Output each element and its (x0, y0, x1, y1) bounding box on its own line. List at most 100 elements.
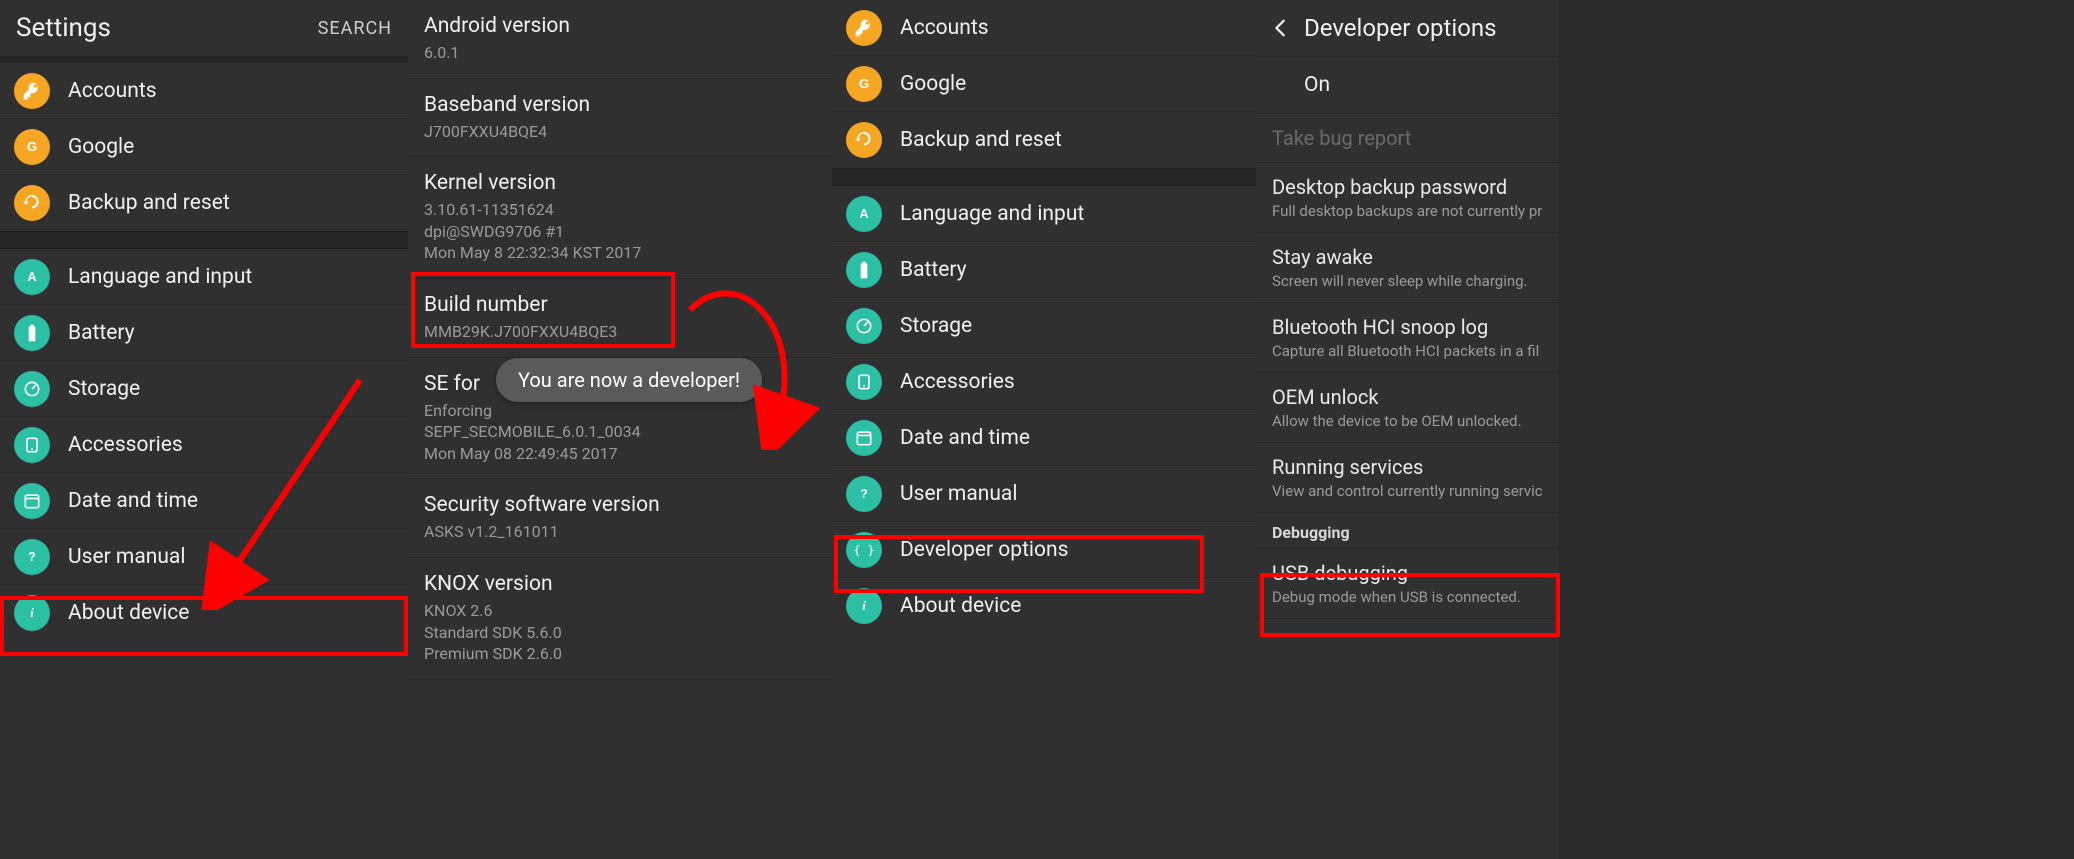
item-label: Date and time (68, 489, 198, 513)
item-label: Developer options (900, 538, 1068, 562)
devopt-oem-unlock[interactable]: OEM unlockAllow the device to be OEM unl… (1256, 373, 1559, 443)
accessories-icon (846, 364, 882, 400)
panel-developer-options: Developer options On Take bug reportDesk… (1256, 0, 1559, 859)
manual-icon: ? (14, 539, 50, 575)
item-label: Storage (900, 314, 972, 338)
item-label: Battery (900, 258, 967, 282)
settings2-item-backup-and-reset[interactable]: Backup and reset (832, 112, 1256, 168)
item-label: About device (900, 594, 1021, 618)
section-divider (0, 231, 408, 249)
item-label: Language and input (68, 265, 252, 289)
row-subtitle: Full desktop backups are not currently p… (1272, 202, 1543, 220)
settings-item-about-device[interactable]: i About device (0, 585, 408, 641)
settings-item-language-and-input[interactable]: A Language and input (0, 249, 408, 305)
info-row-android-version[interactable]: Android version6.0.1 (408, 0, 832, 79)
settings2-item-battery[interactable]: Battery (832, 242, 1256, 298)
svg-text:A: A (27, 270, 36, 284)
info-title: Security software version (424, 493, 816, 517)
info-subtitle: Enforcing SEPF_SECMOBILE_6.0.1_0034 Mon … (424, 400, 816, 465)
item-label: Google (900, 72, 966, 96)
devopt-usb-debugging[interactable]: USB debugging Debug mode when USB is conn… (1256, 549, 1559, 619)
row-title: Bluetooth HCI snoop log (1272, 315, 1543, 339)
row-subtitle: Screen will never sleep while charging. (1272, 272, 1543, 290)
settings2-item-accounts[interactable]: Accounts (832, 0, 1256, 56)
item-label: User manual (68, 545, 185, 569)
devopts-icon: { } (846, 532, 882, 568)
settings-item-battery[interactable]: Battery (0, 305, 408, 361)
about-icon: i (846, 588, 882, 624)
settings-item-google[interactable]: G Google (0, 119, 408, 175)
item-label: Google (68, 135, 134, 159)
settings-item-accounts[interactable]: Accounts (0, 63, 408, 119)
item-label: Language and input (900, 202, 1084, 226)
item-label: Accessories (900, 370, 1015, 394)
settings2-item-date-and-time[interactable]: Date and time (832, 410, 1256, 466)
battery-icon (14, 315, 50, 351)
info-subtitle: 3.10.61-11351624 dpi@SWDG9706 #1 Mon May… (424, 199, 816, 264)
item-label: Backup and reset (900, 128, 1062, 152)
item-label: User manual (900, 482, 1017, 506)
settings2-item-google[interactable]: G Google (832, 56, 1256, 112)
datetime-icon (14, 483, 50, 519)
panel-about-device: Android version6.0.1Baseband versionJ700… (408, 0, 832, 859)
svg-text:?: ? (860, 487, 868, 501)
settings2-item-storage[interactable]: Storage (832, 298, 1256, 354)
search-button[interactable]: SEARCH (318, 18, 392, 39)
panel-settings: Settings SEARCH AccountsGGoogleBackup an… (0, 0, 408, 859)
settings2-item-about-device[interactable]: i About device (832, 578, 1256, 634)
devopts-header: Developer options (1256, 0, 1559, 57)
svg-text:i: i (862, 599, 866, 613)
info-subtitle: KNOX 2.6 Standard SDK 5.6.0 Premium SDK … (424, 600, 816, 665)
settings2-item-user-manual[interactable]: ? User manual (832, 466, 1256, 522)
settings2-item-accessories[interactable]: Accessories (832, 354, 1256, 410)
item-label: Accounts (68, 79, 157, 103)
svg-text:A: A (859, 207, 868, 221)
google-icon: G (846, 66, 882, 102)
devopts-master-switch[interactable]: On (1256, 57, 1559, 114)
manual-icon: ? (846, 476, 882, 512)
svg-text:i: i (30, 606, 34, 620)
info-subtitle: 6.0.1 (424, 42, 816, 64)
info-title: Build number (424, 293, 816, 317)
settings-item-accessories[interactable]: Accessories (0, 417, 408, 473)
debugging-category: Debugging (1256, 513, 1559, 549)
info-row-security-software-version[interactable]: Security software versionASKS v1.2_16101… (408, 479, 832, 558)
back-icon[interactable] (1266, 17, 1296, 39)
info-row-knox-version[interactable]: KNOX versionKNOX 2.6 Standard SDK 5.6.0 … (408, 558, 832, 680)
settings-item-date-and-time[interactable]: Date and time (0, 473, 408, 529)
settings2-item-language-and-input[interactable]: A Language and input (832, 186, 1256, 242)
row-subtitle: Capture all Bluetooth HCI packets in a f… (1272, 342, 1543, 360)
settings-item-backup-and-reset[interactable]: Backup and reset (0, 175, 408, 231)
svg-text:?: ? (28, 550, 36, 564)
row-title: Running services (1272, 455, 1543, 479)
devopt-bluetooth-hci-snoop-log[interactable]: Bluetooth HCI snoop log Capture all Bluet… (1256, 303, 1559, 373)
item-label: Accessories (68, 433, 183, 457)
on-label: On (1304, 73, 1330, 97)
info-row-baseband-version[interactable]: Baseband versionJ700FXXU4BQE4 (408, 79, 832, 158)
backup-icon (14, 185, 50, 221)
accessories-icon (14, 427, 50, 463)
section-divider (832, 168, 1256, 186)
settings-item-storage[interactable]: Storage (0, 361, 408, 417)
backup-icon (846, 122, 882, 158)
about-icon: i (14, 595, 50, 631)
info-row-build-number[interactable]: Build numberMMB29K.J700FXXU4BQE3 (408, 279, 832, 358)
developer-toast: You are now a developer! (496, 358, 762, 402)
item-label: Accounts (900, 16, 989, 40)
row-subtitle: Debug mode when USB is connected. (1272, 588, 1543, 606)
item-label: About device (68, 601, 189, 625)
row-title: Desktop backup password (1272, 175, 1543, 199)
row-title: OEM unlock (1272, 385, 1543, 409)
panel-settings-after: Accounts G Google Backup and reset A Languag… (832, 0, 1256, 859)
devopt-running-services[interactable]: Running servicesView and control current… (1256, 443, 1559, 513)
item-label: Date and time (900, 426, 1030, 450)
svg-text:G: G (27, 139, 37, 154)
settings2-item-developer-options[interactable]: { } Developer options (832, 522, 1256, 578)
devopt-desktop-backup-password[interactable]: Desktop backup password Full desktop back… (1256, 163, 1559, 233)
google-icon: G (14, 129, 50, 165)
devopt-stay-awake[interactable]: Stay awakeScreen will never sleep while … (1256, 233, 1559, 303)
info-row-kernel-version[interactable]: Kernel version3.10.61-11351624 dpi@SWDG9… (408, 157, 832, 279)
storage-icon (14, 371, 50, 407)
settings-item-user-manual[interactable]: ? User manual (0, 529, 408, 585)
row-title: USB debugging (1272, 561, 1543, 585)
